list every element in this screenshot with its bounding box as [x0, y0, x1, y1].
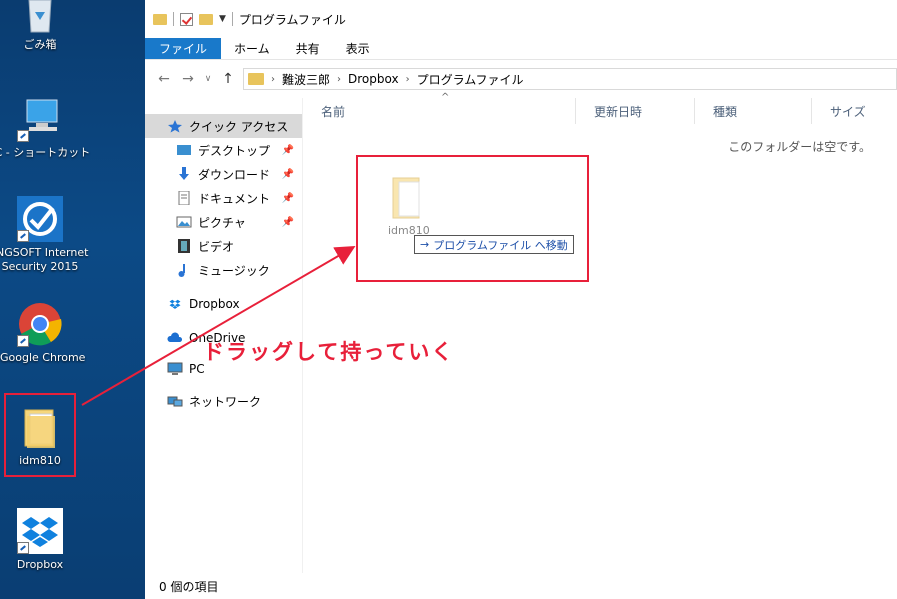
forward-arrow-icon[interactable]: →: [179, 71, 197, 87]
pc-shortcut[interactable]: PC - ショートカット: [0, 96, 91, 160]
column-headers: 名前 更新日時 種類 サイズ: [303, 98, 897, 124]
sort-caret-icon: ^: [441, 92, 450, 103]
drag-tooltip: → プログラムファイル へ移動: [414, 235, 574, 254]
chevron-right-icon[interactable]: ›: [271, 74, 275, 85]
internet-security-shortcut[interactable]: NGSOFT Internet Security 2015: [0, 196, 89, 274]
annotation-text: ドラッグして持っていく: [203, 340, 455, 364]
shortcut-arrow-icon: [17, 335, 29, 347]
document-icon: [176, 190, 192, 206]
desktop-icon-label-line2: Security 2015: [1, 260, 79, 273]
nav-network[interactable]: ネットワーク: [145, 389, 302, 413]
network-icon: [167, 394, 183, 408]
picture-icon: [176, 215, 192, 229]
pin-icon[interactable]: 📌: [282, 193, 294, 204]
nav-item-label: ピクチャ: [198, 215, 246, 230]
chevron-down-icon[interactable]: ∨: [203, 74, 213, 84]
nav-item-label: ビデオ: [198, 239, 235, 254]
tab-home[interactable]: ホーム: [221, 38, 283, 59]
pin-icon[interactable]: 📌: [282, 217, 294, 228]
up-arrow-icon[interactable]: ↑: [219, 71, 237, 87]
desktop-icon-label-line1: NGSOFT Internet: [0, 246, 89, 259]
ribbon-tabs: ファイル ホーム 共有 表示: [145, 38, 897, 60]
window-title: プログラムファイル: [238, 12, 346, 27]
item-count: 0 個の項目: [159, 579, 219, 594]
highlight-source-box: [4, 393, 76, 477]
column-header-name[interactable]: 名前: [303, 98, 576, 124]
separator: [173, 12, 174, 26]
computer-icon: [17, 96, 63, 142]
chevron-down-icon[interactable]: ▼: [219, 14, 226, 24]
star-icon: [167, 119, 183, 133]
dropbox-icon: [167, 297, 183, 311]
nav-dropbox[interactable]: Dropbox: [145, 292, 302, 316]
internet-security-icon: [17, 196, 63, 242]
breadcrumb-item[interactable]: プログラムファイル: [417, 71, 524, 88]
title-bar: ▼ プログラムファイル: [145, 0, 897, 38]
chrome-icon: [17, 301, 63, 347]
shortcut-arrow-icon: [17, 130, 29, 142]
properties-icon[interactable]: [180, 12, 193, 26]
pin-icon[interactable]: 📌: [282, 169, 294, 180]
desktop-icon-label: PC - ショートカット: [0, 146, 91, 159]
back-arrow-icon[interactable]: ←: [155, 71, 173, 87]
desktop-icon: [176, 143, 192, 157]
dropbox-icon: [17, 508, 63, 554]
move-arrow-icon: →: [420, 238, 430, 251]
recycle-bin-shortcut[interactable]: ごみ箱: [0, 0, 80, 52]
film-icon: [176, 239, 192, 253]
column-header-type[interactable]: 種類: [695, 98, 812, 124]
nav-desktop[interactable]: デスクトップ 📌: [145, 138, 302, 162]
download-icon: [176, 167, 192, 181]
nav-downloads[interactable]: ダウンロード 📌: [145, 162, 302, 186]
nav-item-label: デスクトップ: [198, 143, 271, 158]
folder-icon: [153, 13, 167, 25]
tab-share[interactable]: 共有: [283, 38, 333, 59]
shortcut-arrow-icon: [17, 542, 29, 554]
dropbox-shortcut[interactable]: Dropbox: [0, 508, 80, 572]
desktop-icon-label: Google Chrome: [0, 351, 86, 364]
breadcrumb-item[interactable]: Dropbox: [348, 72, 399, 86]
tab-view[interactable]: 表示: [333, 38, 383, 59]
breadcrumb-item[interactable]: 難波三郎: [282, 71, 330, 88]
nav-pictures[interactable]: ピクチャ 📌: [145, 210, 302, 234]
cloud-icon: [167, 331, 183, 345]
tab-file[interactable]: ファイル: [145, 38, 222, 59]
empty-folder-message: このフォルダーは空です。: [728, 140, 871, 154]
desktop-icon-label: Dropbox: [16, 558, 64, 571]
nav-item-label: ミュージック: [198, 263, 270, 278]
nav-music[interactable]: ミュージック: [145, 258, 302, 282]
nav-videos[interactable]: ビデオ: [145, 234, 302, 258]
new-folder-icon[interactable]: [199, 13, 213, 25]
column-header-size[interactable]: サイズ: [812, 98, 897, 124]
explorer-window: ▼ プログラムファイル ファイル ホーム 共有 表示 ← → ∨ ↑ › 難波三…: [145, 0, 897, 599]
music-note-icon: [176, 263, 192, 277]
nav-quick-access[interactable]: クイック アクセス: [145, 114, 302, 138]
address-bar[interactable]: › 難波三郎 › Dropbox › プログラムファイル: [243, 68, 897, 90]
shortcut-arrow-icon: [17, 230, 29, 242]
nav-item-label: Dropbox: [189, 297, 240, 311]
google-chrome-shortcut[interactable]: Google Chrome: [0, 301, 86, 365]
desktop: ごみ箱 PC - ショートカット NGSOFT Internet Securit…: [0, 0, 145, 599]
folder-icon: [248, 73, 264, 85]
address-bar-row: ← → ∨ ↑ › 難波三郎 › Dropbox › プログラムファイル: [145, 60, 897, 98]
nav-item-label: ネットワーク: [189, 394, 262, 409]
desktop-icon-label: ごみ箱: [23, 38, 57, 51]
chevron-right-icon[interactable]: ›: [337, 74, 341, 85]
dragged-folder-icon: [391, 176, 425, 220]
computer-icon: [167, 362, 183, 376]
pin-icon[interactable]: 📌: [282, 145, 294, 156]
separator: [231, 12, 233, 26]
nav-item-label: ダウンロード: [198, 167, 271, 182]
chevron-right-icon[interactable]: ›: [406, 74, 410, 85]
nav-item-label: クイック アクセス: [189, 119, 289, 134]
nav-item-label: ドキュメント: [198, 191, 271, 206]
recycle-bin-icon: [17, 0, 63, 34]
column-header-modified[interactable]: 更新日時: [576, 98, 695, 124]
nav-documents[interactable]: ドキュメント 📌: [145, 186, 302, 210]
status-bar: 0 個の項目: [145, 573, 897, 599]
drag-tooltip-text: プログラムファイル へ移動: [433, 238, 568, 252]
